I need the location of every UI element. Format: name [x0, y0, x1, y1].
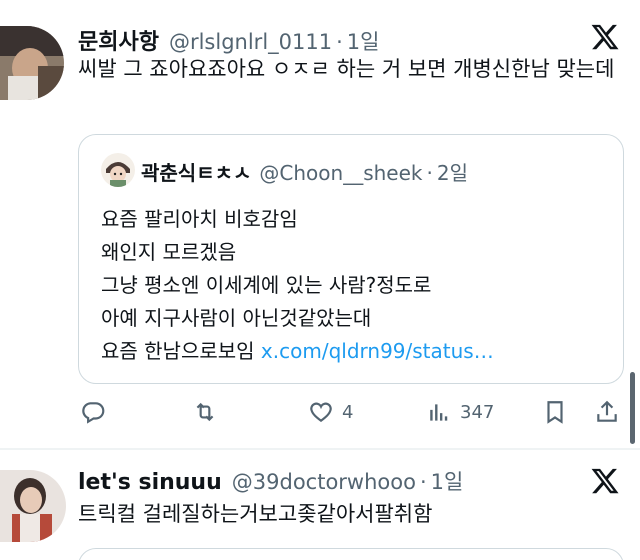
x-logo-icon — [590, 466, 620, 496]
quoted-timestamp[interactable]: 2일 — [437, 157, 468, 186]
quoted-author-handle[interactable]: @Choon__sheek — [259, 161, 422, 185]
author-name[interactable]: 문희사항 — [78, 24, 159, 56]
views-button[interactable]: 347 — [426, 396, 494, 428]
separator-dot: · — [336, 30, 343, 54]
repost-icon — [196, 402, 214, 422]
like-button[interactable]: 4 — [308, 396, 353, 428]
quoted-text: 요즘 팔리아치 비호감임 왜인지 모르겠음 그냥 평소엔 이세계에 있는 사람?… — [101, 203, 494, 368]
bookmark-icon — [547, 401, 563, 424]
quoted-tweet[interactable] — [78, 548, 624, 560]
timestamp[interactable]: 1일 — [431, 466, 464, 496]
reply-button[interactable] — [80, 396, 114, 428]
quoted-line: 아예 지구사람이 아닌것같았는대 — [101, 306, 372, 330]
quoted-line: 그냥 평소엔 이세계에 있는 사람?정도로 — [101, 273, 432, 297]
quoted-line-text: 요즘 한남으로보임 — [101, 339, 261, 363]
quoted-avatar[interactable] — [101, 153, 135, 187]
tweet[interactable]: let's sinuuu @39doctorwhooo · 1일 트릭컬 걸레질… — [0, 450, 640, 560]
x-logo-icon — [590, 22, 620, 52]
tweet-text: 트릭컬 걸레질하는거보고좆같아서팔취함 — [78, 502, 433, 526]
views-icon — [430, 404, 448, 421]
tweet-actions: 4 347 — [78, 396, 623, 428]
quoted-line: 요즘 팔리아치 비호감임 — [101, 207, 298, 231]
share-icon — [597, 400, 617, 422]
heart-icon — [310, 402, 332, 422]
separator-dot: · — [419, 470, 427, 494]
repost-button[interactable] — [192, 396, 218, 428]
share-button[interactable] — [594, 396, 620, 428]
scrollbar[interactable] — [630, 372, 635, 444]
quoted-line: 요즘 한남으로보임 x.com/qldrn99/status… — [101, 335, 494, 368]
tweet[interactable]: 문희사항 @rlslgnlrl_0111 · 1일 씨발 그 죠아요죠아요 ㅇㅈ… — [0, 0, 640, 448]
avatar[interactable] — [0, 26, 64, 100]
reply-icon — [82, 402, 105, 424]
author-name[interactable]: let's sinuuu — [78, 470, 222, 495]
quoted-tweet[interactable]: 곽춘식ㅌㅊㅅ @Choon__sheek · 2일 요즘 팔리아치 비호감임 왜… — [78, 134, 624, 384]
tweet-header: 문희사항 @rlslgnlrl_0111 · 1일 — [78, 24, 379, 56]
quoted-author-name[interactable]: 곽춘식ㅌㅊㅅ — [141, 157, 251, 186]
author-handle[interactable]: @39doctorwhooo — [232, 470, 416, 494]
author-handle[interactable]: @rlslgnlrl_0111 — [169, 30, 332, 54]
tweet-text: 씨발 그 죠아요죠아요 ㅇㅈㄹ 하는 거 보면 개병신한남 맞는데 — [78, 57, 615, 81]
views-count: 347 — [460, 401, 495, 423]
quoted-line: 왜인지 모르겠음 — [101, 240, 237, 264]
separator-dot: · — [426, 161, 433, 185]
quoted-link[interactable]: x.com/qldrn99/status… — [261, 339, 494, 363]
bookmark-button[interactable] — [542, 396, 568, 428]
tweet-header: let's sinuuu @39doctorwhooo · 1일 — [78, 466, 463, 496]
like-count: 4 — [342, 401, 354, 423]
avatar[interactable] — [0, 470, 66, 542]
timestamp[interactable]: 1일 — [347, 26, 380, 56]
quoted-header: 곽춘식ㅌㅊㅅ @Choon__sheek · 2일 — [141, 157, 468, 186]
